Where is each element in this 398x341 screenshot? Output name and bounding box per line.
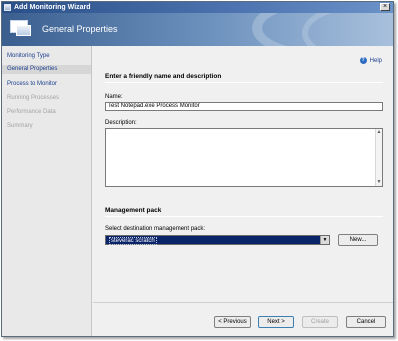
section-title-management-pack: Management pack (105, 207, 162, 214)
help-label: Help (369, 57, 382, 64)
sidebar-item-general-properties[interactable]: General Properties (2, 65, 91, 74)
header-decoration-secondary (302, 13, 393, 46)
page-title: General Properties (42, 24, 118, 34)
wizard-header: General Properties (2, 13, 393, 46)
new-management-pack-button[interactable]: New... (338, 234, 378, 246)
close-icon: × (382, 3, 388, 10)
management-pack-select[interactable]: steverac scratch ▼ (105, 235, 330, 245)
description-label: Description: (105, 120, 137, 126)
sidebar-item-monitoring-type[interactable]: Monitoring Type (7, 53, 50, 59)
description-scrollbar[interactable]: ▲ ▼ (375, 129, 382, 186)
scroll-up-icon[interactable]: ▲ (376, 129, 382, 136)
name-label: Name: (105, 94, 123, 100)
help-link[interactable]: ? Help (359, 57, 382, 64)
previous-button[interactable]: < Previous (214, 316, 251, 328)
title-bar: Add Monitoring Wizard × (2, 2, 393, 13)
properties-icon (10, 20, 32, 37)
window-title: Add Monitoring Wizard (14, 4, 91, 11)
help-icon: ? (359, 57, 367, 64)
description-field[interactable]: ▲ ▼ (105, 128, 383, 187)
wizard-content: ? Help Enter a friendly name and descrip… (93, 46, 393, 302)
wizard-sidebar: Monitoring Type General Properties Proce… (2, 46, 92, 336)
chevron-down-icon[interactable]: ▼ (320, 236, 329, 244)
scroll-down-icon[interactable]: ▼ (376, 179, 382, 186)
footer-divider (93, 302, 393, 303)
close-button[interactable]: × (380, 3, 390, 11)
window-icon (4, 4, 11, 11)
section-divider (105, 82, 383, 83)
sidebar-item-summary: Summary (7, 123, 33, 129)
mp-select-label: Select destination management pack: (105, 226, 206, 232)
cancel-button[interactable]: Cancel (346, 316, 386, 328)
next-button[interactable]: Next > (258, 316, 294, 328)
name-field[interactable]: Test Notepad.exe Process Monitor (105, 102, 383, 111)
section-title-name-description: Enter a friendly name and description (105, 73, 222, 80)
sidebar-item-process-to-monitor[interactable]: Process to Monitor (7, 81, 57, 87)
sidebar-item-running-processes: Running Processes (7, 95, 60, 101)
sidebar-item-performance-data: Performance Data (7, 109, 56, 115)
section-divider-management-pack (105, 216, 383, 217)
management-pack-selected: steverac scratch (109, 237, 157, 245)
create-button: Create (302, 316, 338, 328)
wizard-window: Add Monitoring Wizard × General Properti… (1, 1, 394, 337)
